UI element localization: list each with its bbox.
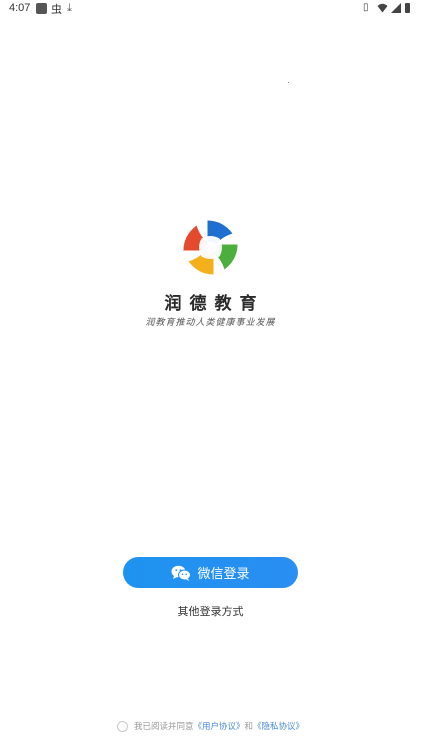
app-logo xyxy=(182,219,239,276)
battery-icon xyxy=(405,3,410,13)
square-notification-icon xyxy=(36,3,47,14)
app-slogan: 润教育推动人类健康事业发展 xyxy=(145,318,276,328)
download-icon: ⤓ xyxy=(67,1,72,14)
signal-icon xyxy=(391,3,401,16)
agreement-row: 我已阅读并同意 《用户协议》 和 《隐私协议》 xyxy=(117,719,304,733)
agreement-prefix: 我已阅读并同意 xyxy=(134,722,194,732)
privacy-policy-link[interactable]: 《隐私协议》 xyxy=(253,720,304,732)
wechat-login-button[interactable]: 微信登录 xyxy=(123,557,298,588)
status-bar: 4:07 虫 ⤓ ▯ xyxy=(0,0,421,18)
wifi-icon xyxy=(377,3,388,16)
agreement-conjunction: 和 xyxy=(244,722,254,732)
wechat-icon xyxy=(171,565,192,581)
status-time: 4:07 xyxy=(9,2,31,14)
user-agreement-link[interactable]: 《用户协议》 xyxy=(194,720,245,732)
wechat-login-label: 微信登录 xyxy=(197,567,250,582)
decorative-dot xyxy=(288,82,289,83)
app-name: 润德教育 xyxy=(164,294,265,314)
agreement-checkbox[interactable] xyxy=(117,720,128,732)
vibrate-icon: ▯ xyxy=(363,2,369,13)
bug-icon: 虫 xyxy=(51,3,62,16)
other-login-link[interactable]: 其他登录方式 xyxy=(0,603,421,619)
